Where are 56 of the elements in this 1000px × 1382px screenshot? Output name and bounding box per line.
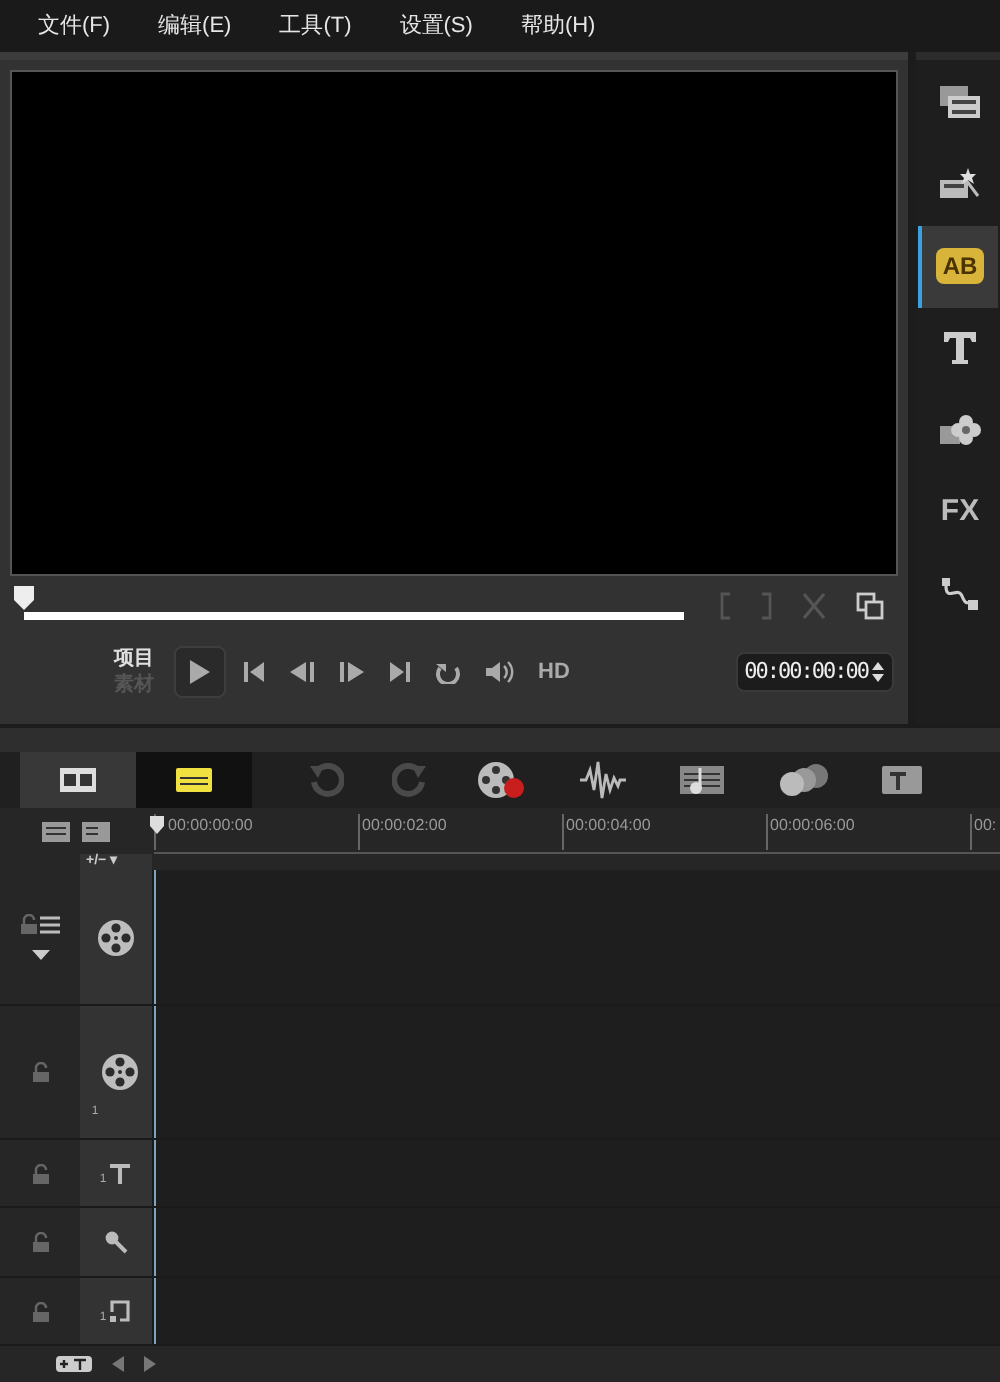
film-reel-icon bbox=[96, 917, 136, 957]
transition-tab[interactable]: AB bbox=[936, 248, 984, 285]
film-wand-icon[interactable] bbox=[938, 166, 982, 203]
audio-waveform-icon[interactable] bbox=[576, 760, 628, 800]
lock-icon[interactable] bbox=[31, 1232, 49, 1252]
playhead-marker[interactable] bbox=[148, 814, 166, 836]
skip-end-icon[interactable] bbox=[388, 659, 412, 684]
menu-item[interactable]: 设置(S) bbox=[399, 9, 473, 43]
skip-start-icon[interactable] bbox=[242, 659, 266, 684]
ruler-label: 00:00:04:00 bbox=[562, 814, 651, 850]
record-capture-icon[interactable] bbox=[476, 760, 528, 800]
filter-tab[interactable]: FX bbox=[940, 490, 980, 536]
subtitle-icon[interactable] bbox=[880, 762, 924, 798]
menu-item[interactable]: 文件(F) bbox=[38, 9, 111, 43]
scrub-handle[interactable] bbox=[12, 583, 36, 612]
lock-icon[interactable] bbox=[31, 1301, 49, 1321]
copy-icon[interactable] bbox=[856, 591, 884, 620]
film-reel-icon bbox=[100, 1052, 141, 1092]
menu-item[interactable]: 编辑(E) bbox=[158, 9, 232, 43]
track-list-icon[interactable] bbox=[40, 819, 72, 843]
music-note-icon bbox=[108, 1299, 133, 1323]
text-icon bbox=[108, 1161, 133, 1185]
play-button[interactable] bbox=[174, 645, 226, 698]
filmstrip-icon bbox=[58, 766, 98, 794]
spinner-icon[interactable] bbox=[870, 657, 886, 686]
music-score-icon[interactable] bbox=[676, 760, 728, 800]
volume-icon[interactable] bbox=[484, 659, 516, 684]
lock-icon[interactable] bbox=[31, 1163, 49, 1183]
timecode-field[interactable]: 00:00:00:00 bbox=[736, 651, 894, 692]
step-forward-icon[interactable] bbox=[338, 659, 366, 684]
ruler-label: 00:00:02:00 bbox=[358, 814, 447, 850]
media-library-icon[interactable] bbox=[938, 84, 982, 121]
graphic-flower-icon[interactable] bbox=[938, 412, 982, 449]
microphone-icon bbox=[104, 1230, 128, 1254]
motion-path-icon[interactable] bbox=[940, 576, 980, 613]
title-text-icon[interactable] bbox=[942, 330, 978, 367]
menu-item[interactable]: 帮助(H) bbox=[520, 9, 596, 43]
timeline-view-button[interactable] bbox=[136, 752, 252, 808]
scroll-right-icon[interactable] bbox=[144, 1356, 156, 1372]
lock-icon[interactable] bbox=[31, 1062, 49, 1082]
ruler-label: 00:00:06:00 bbox=[766, 814, 855, 850]
add-track-icon[interactable] bbox=[56, 1356, 92, 1372]
ruler-label: 00: bbox=[970, 814, 997, 850]
play-mode-option[interactable]: 项目 bbox=[114, 645, 174, 672]
play-icon bbox=[188, 657, 212, 686]
collapse-arrow-icon[interactable] bbox=[31, 950, 49, 960]
track-list-icon[interactable] bbox=[80, 819, 112, 843]
hd-toggle[interactable]: HD bbox=[538, 655, 570, 689]
timeline-track-icon bbox=[174, 766, 214, 794]
storyboard-view-button[interactable] bbox=[20, 752, 136, 808]
track-options-icon[interactable] bbox=[40, 915, 60, 933]
circles-icon[interactable] bbox=[776, 760, 832, 800]
scroll-left-icon[interactable] bbox=[112, 1356, 124, 1372]
step-back-icon[interactable] bbox=[288, 659, 316, 684]
menu-item[interactable]: 工具(T) bbox=[279, 9, 352, 43]
repeat-icon[interactable] bbox=[434, 659, 462, 684]
